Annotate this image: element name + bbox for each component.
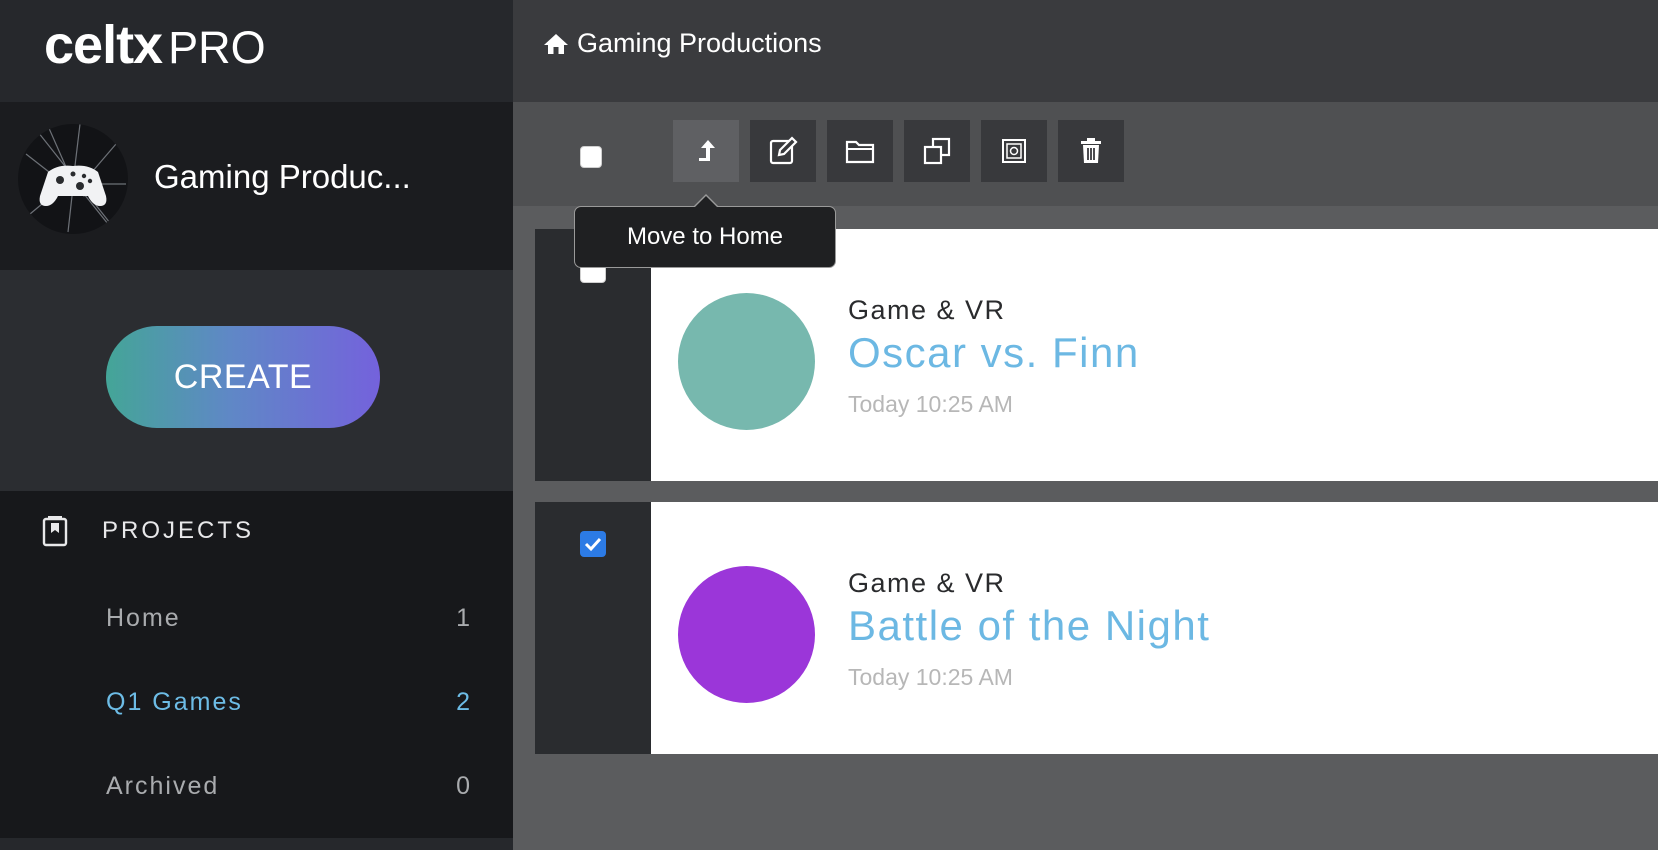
archive-button[interactable]: [981, 120, 1047, 182]
project-color-dot: [678, 293, 815, 430]
celtx-logo[interactable]: celtx PRO: [44, 14, 266, 84]
create-button[interactable]: CREATE: [106, 326, 380, 428]
breadcrumb-label: Gaming Productions: [577, 28, 822, 58]
project-card[interactable]: Game & VR Battle of the Night Today 10:2…: [535, 502, 1658, 754]
tooltip-arrow-inner: [695, 196, 717, 207]
logo-sub-text: PRO: [168, 22, 266, 73]
archive-icon: [1002, 139, 1026, 163]
workspace-avatar: [18, 124, 128, 234]
project-timestamp: Today 10:25 AM: [848, 391, 1013, 417]
workspace-name: Gaming Produc...: [154, 158, 411, 195]
logo-main-text: celtx: [44, 15, 163, 75]
action-toolbar: [513, 102, 1658, 206]
duplicate-button[interactable]: [904, 120, 970, 182]
home-icon: [544, 33, 568, 54]
delete-button[interactable]: [1058, 120, 1124, 182]
project-category: Game & VR: [848, 295, 1006, 325]
breadcrumb[interactable]: Gaming Productions: [543, 28, 822, 59]
sidebar-item-count: 0: [456, 771, 470, 800]
project-title[interactable]: Battle of the Night: [848, 602, 1210, 650]
projects-book-icon: [42, 516, 68, 547]
projects-label: PROJECTS: [102, 517, 255, 544]
move-up-arrow-icon: [699, 140, 715, 161]
sidebar-item-count: 2: [456, 687, 470, 716]
sidebar: celtx PRO Gaming Produc... CREATE PROJEC…: [0, 0, 513, 850]
trash-icon: [1081, 138, 1101, 163]
project-title[interactable]: Oscar vs. Finn: [848, 329, 1140, 377]
create-area: CREATE: [0, 270, 513, 491]
gamepad-icon: [25, 124, 126, 233]
sidebar-item-label: Home: [106, 603, 181, 632]
checkmark-icon: [584, 537, 602, 552]
move-to-home-tooltip: Move to Home: [574, 206, 836, 268]
edit-icon: [769, 136, 798, 165]
sidebar-footer-strip: [0, 838, 513, 850]
move-to-folder-button[interactable]: [827, 120, 893, 182]
logo-bar: celtx PRO: [0, 0, 513, 102]
projects-section-header: PROJECTS: [42, 515, 254, 547]
project-timestamp: Today 10:25 AM: [848, 664, 1013, 690]
folder-icon: [845, 140, 875, 164]
project-category: Game & VR: [848, 568, 1006, 598]
project-checkbox[interactable]: [580, 531, 606, 557]
sidebar-item-label: Archived: [106, 771, 220, 800]
card-select-column: [535, 502, 651, 754]
topbar: Gaming Productions: [513, 0, 1658, 102]
project-color-dot: [678, 566, 815, 703]
move-to-home-button[interactable]: [673, 120, 739, 182]
workspace-header[interactable]: Gaming Produc...: [0, 102, 513, 270]
sidebar-item-label: Q1 Games: [106, 687, 243, 716]
edit-button[interactable]: [750, 120, 816, 182]
sidebar-item-count: 1: [456, 603, 470, 632]
sidebar-item-home[interactable]: Home 1: [106, 598, 470, 638]
duplicate-icon: [923, 137, 951, 165]
select-all-checkbox[interactable]: [580, 146, 602, 168]
sidebar-item-archived[interactable]: Archived 0: [106, 766, 470, 806]
sidebar-item-q1-games[interactable]: Q1 Games 2: [106, 682, 470, 722]
